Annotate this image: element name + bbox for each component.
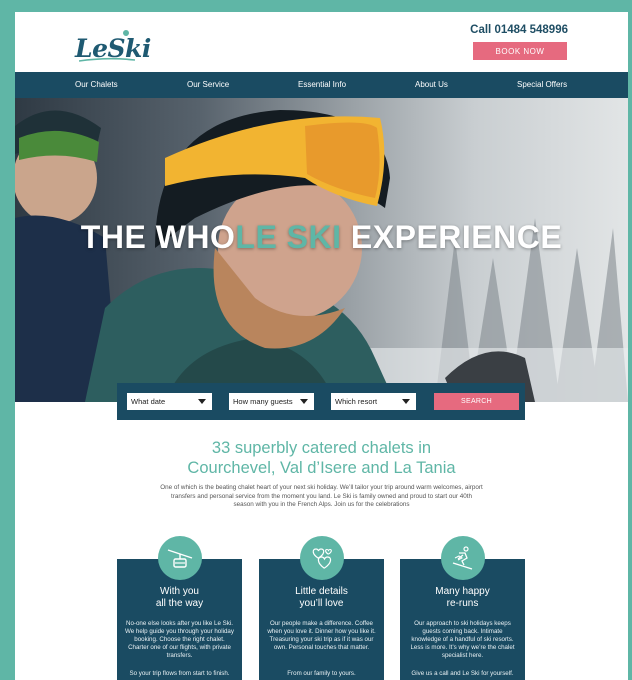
nav-essential-info[interactable]: Essential Info <box>298 72 346 98</box>
card-title-line2: re-runs <box>446 598 479 609</box>
card-title: Little details you’ll love <box>259 586 384 610</box>
hero-title: THE WHOLE SKI EXPERIENCE <box>15 219 628 256</box>
card-title: Many happy re-runs <box>400 586 525 610</box>
intro-headline-line2: Courchevel, Val d’Isere and La Tania <box>187 459 456 477</box>
nav-special-offers[interactable]: Special Offers <box>517 72 567 98</box>
chevron-down-icon <box>300 399 308 404</box>
date-select[interactable]: What date <box>127 393 212 410</box>
leski-logo[interactable]: LeSki <box>75 30 151 64</box>
phone-number[interactable]: Call 01484 548996 <box>470 24 568 36</box>
resort-select[interactable]: Which resort <box>331 393 416 410</box>
card-foot: So your trip flows from start to finish. <box>129 670 230 677</box>
book-now-button[interactable]: BOOK NOW <box>473 42 567 60</box>
hero-title-part2: EXPERIENCE <box>341 219 563 255</box>
card-body: Our approach to ski holidays keeps guest… <box>410 620 515 659</box>
resort-select-value: Which resort <box>335 397 378 406</box>
main-nav: Our Chalets Our Service Essential Info A… <box>15 72 628 98</box>
intro-headline-line1: 33 superbly catered chalets in <box>211 439 432 457</box>
date-select-value: What date <box>131 397 166 406</box>
nav-about-us[interactable]: About Us <box>415 72 448 98</box>
hero-banner: THE WHOLE SKI EXPERIENCE <box>15 98 628 402</box>
nav-our-service[interactable]: Our Service <box>187 72 229 98</box>
nav-our-chalets[interactable]: Our Chalets <box>75 72 118 98</box>
intro-headline: 33 superbly catered chalets in Courcheve… <box>15 438 628 478</box>
chevron-down-icon <box>198 399 206 404</box>
hero-title-part1: THE WHO <box>80 219 236 255</box>
card-title-line1: Many happy <box>435 586 490 597</box>
search-button[interactable]: SEARCH <box>434 393 519 410</box>
ski-lift-icon <box>158 536 202 580</box>
card-body: No-one else looks after you like Le Ski.… <box>125 620 234 659</box>
hero-title-accent: LE SKI <box>235 219 342 255</box>
skier-icon <box>441 536 485 580</box>
hearts-icon <box>300 536 344 580</box>
card-title-line1: Little details <box>295 586 348 597</box>
card-title-line1: With you <box>160 586 199 597</box>
card-title-line2: you’ll love <box>299 598 344 609</box>
card-foot: Give us a call and Le Ski for yourself. <box>411 670 514 677</box>
logo-dot <box>123 30 129 36</box>
guests-select-value: How many guests <box>233 397 293 406</box>
card-title-line2: all the way <box>155 598 204 609</box>
card-foot: From our family to yours. <box>287 670 356 677</box>
card-title: With you all the way <box>117 586 242 610</box>
guests-select[interactable]: How many guests <box>229 393 314 410</box>
chevron-down-icon <box>402 399 410 404</box>
page: LeSki Call 01484 548996 BOOK NOW Our Cha… <box>15 12 628 680</box>
intro-body: One of which is the beating chalet heart… <box>160 484 483 508</box>
logo-swoosh-icon <box>79 57 135 62</box>
search-bar: What date How many guests Which resort S… <box>117 383 525 420</box>
site-header: LeSki Call 01484 548996 BOOK NOW <box>15 12 628 72</box>
card-body: Our people make a difference. Coffee whe… <box>267 620 376 651</box>
